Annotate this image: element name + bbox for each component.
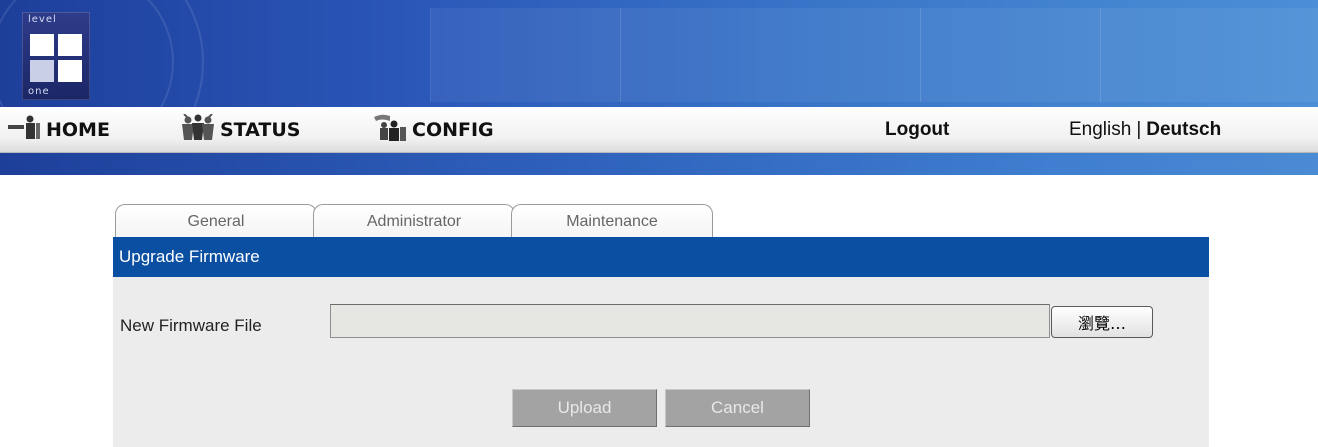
new-firmware-file-label: New Firmware File [120,316,262,335]
banner-decoration [620,8,921,102]
content-panel [113,277,1209,447]
nav-status[interactable]: STATUS [180,107,300,152]
config-people-icon [372,113,408,146]
status-people-icon [180,113,216,145]
banner-decoration [920,8,1101,102]
lang-deutsch-link[interactable]: Deutsch [1146,119,1221,141]
header-banner: level one [0,0,1318,107]
main-nav: HOME STATUS CONFIG Logout English | Deut… [0,107,1318,153]
tab-general[interactable]: General [115,204,317,238]
section-title: Upgrade Firmware [113,237,1209,277]
firmware-file-input[interactable] [330,304,1050,338]
lang-english-link[interactable]: English [1069,119,1131,141]
nav-home-label: HOME [46,118,110,141]
language-switcher: English | Deutsch [1069,107,1221,152]
levelone-logo: level one [22,12,90,100]
nav-home[interactable]: HOME [8,107,110,152]
tab-administrator[interactable]: Administrator [313,204,515,238]
upload-button[interactable]: Upload [512,389,657,427]
banner-decoration [1100,8,1318,102]
browse-button[interactable]: 瀏覽… [1051,306,1153,338]
cancel-button[interactable]: Cancel [665,389,810,427]
header-strip [0,153,1318,175]
lang-separator: | [1136,118,1142,140]
banner-decoration [430,8,621,102]
logout-link[interactable]: Logout [885,107,949,152]
nav-config-label: CONFIG [412,118,494,141]
nav-config[interactable]: CONFIG [372,107,494,152]
tab-maintenance[interactable]: Maintenance [511,204,713,238]
home-person-icon [8,115,42,144]
nav-status-label: STATUS [220,118,301,141]
